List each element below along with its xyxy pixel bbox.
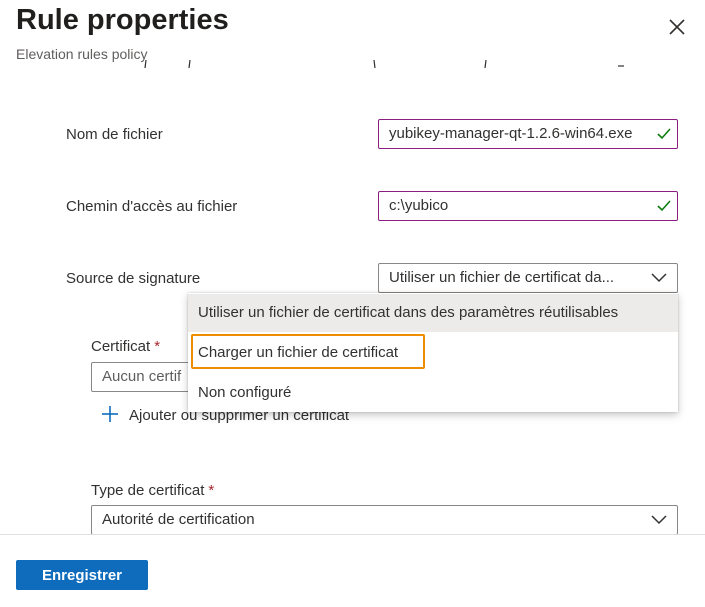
- certificate-input[interactable]: Aucun certif: [91, 362, 201, 392]
- signature-source-select[interactable]: Utiliser un fichier de certificat da...: [378, 263, 678, 293]
- footer-divider: [0, 534, 705, 535]
- dropdown-option-upload[interactable]: Charger un fichier de certificat: [188, 335, 678, 371]
- save-button[interactable]: Enregistrer: [16, 560, 148, 590]
- signature-source-value: Utiliser un fichier de certificat da...: [389, 269, 615, 286]
- dropdown-option-not-configured[interactable]: Non configuré: [188, 375, 678, 411]
- close-button[interactable]: [664, 14, 690, 40]
- certificate-type-value: Autorité de certification: [102, 511, 255, 528]
- required-mark: *: [154, 338, 161, 355]
- certificate-type-select[interactable]: Autorité de certification: [91, 505, 678, 535]
- file-path-value: c:\yubico: [389, 197, 449, 214]
- chevron-down-icon: [651, 273, 667, 283]
- file-name-label: Nom de fichier: [66, 126, 163, 143]
- plus-icon: [102, 406, 118, 422]
- checkmark-icon: [657, 128, 671, 140]
- file-name-value: yubikey-manager-qt-1.2.6-win64.exe: [389, 125, 633, 142]
- signature-source-label: Source de signature: [66, 270, 201, 287]
- file-path-input[interactable]: c:\yubico: [378, 191, 678, 221]
- dropdown-option-reusable[interactable]: Utiliser un fichier de certificat dans d…: [188, 294, 678, 332]
- certificate-placeholder: Aucun certif: [102, 368, 182, 385]
- file-path-label: Chemin d'accès au fichier: [66, 198, 238, 215]
- file-name-input[interactable]: yubikey-manager-qt-1.2.6-win64.exe: [378, 119, 678, 149]
- close-icon: [669, 19, 685, 35]
- scrolled-off-text: [66, 60, 626, 78]
- signature-source-dropdown: Utiliser un fichier de certificat dans d…: [188, 293, 678, 412]
- checkmark-icon: [657, 200, 671, 212]
- chevron-down-icon: [651, 515, 667, 525]
- required-mark: *: [208, 482, 215, 499]
- panel-title: Rule properties: [16, 4, 229, 36]
- certificate-label: Certificat *: [91, 338, 161, 355]
- certificate-type-label: Type de certificat *: [91, 482, 215, 499]
